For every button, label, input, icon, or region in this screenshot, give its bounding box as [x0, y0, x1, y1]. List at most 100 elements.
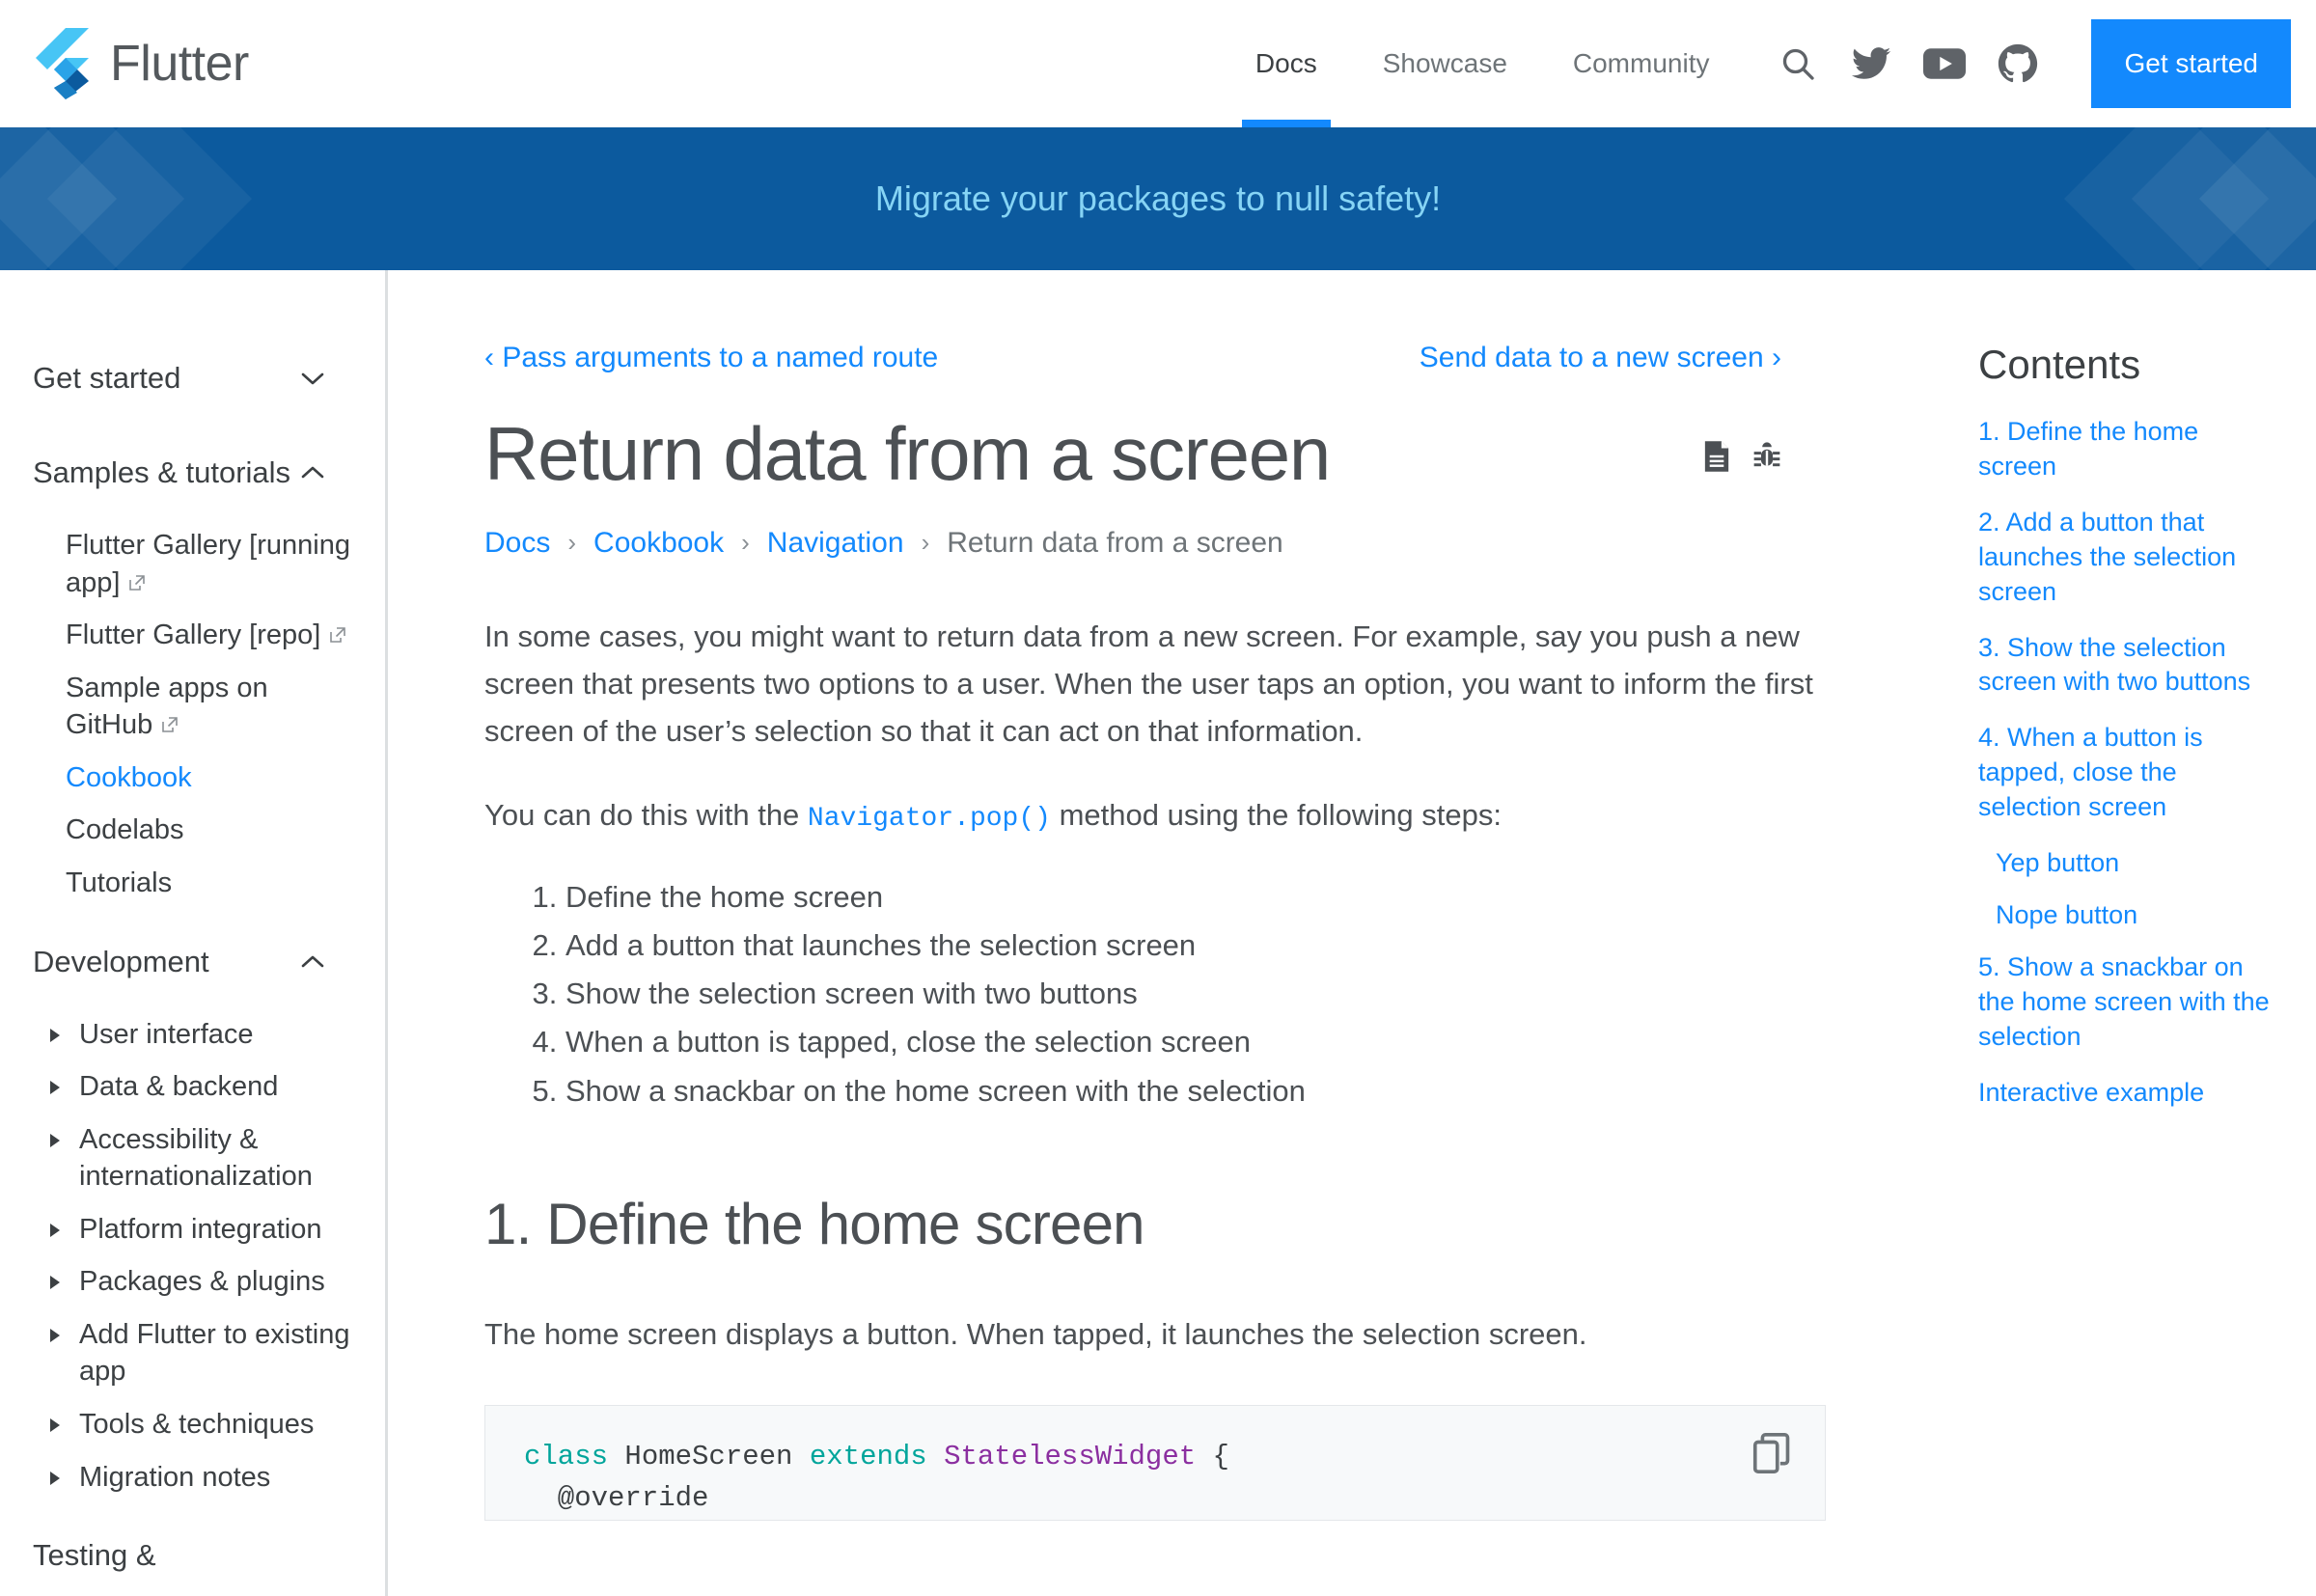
- code-block: class HomeScreen extends StatelessWidget…: [484, 1404, 1826, 1521]
- triangle-right-icon: [50, 1133, 60, 1147]
- page-source-icon[interactable]: [1702, 440, 1731, 473]
- triangle-right-icon: [50, 1081, 60, 1095]
- sidebar-item-accessibility-internationalization[interactable]: Accessibility & internationalization: [33, 1114, 352, 1203]
- site-header: Flutter Docs Showcase Community Get star…: [0, 0, 2316, 127]
- sidebar-development-list: User interface Data & backend Accessibil…: [33, 1008, 352, 1504]
- toc-item-2[interactable]: 2. Add a button that launches the select…: [1978, 506, 2277, 610]
- search-icon[interactable]: [1761, 0, 1834, 127]
- section-heading-define-home-screen: 1. Define the home screen: [484, 1191, 1145, 1256]
- sidebar-item-label: Packages & plugins: [79, 1266, 325, 1298]
- sidebar-item-codelabs[interactable]: Codelabs: [33, 804, 352, 857]
- breadcrumb-item-navigation[interactable]: Navigation: [767, 527, 904, 560]
- nav-item-docs[interactable]: Docs: [1223, 0, 1350, 127]
- breadcrumb-item-current: Return data from a screen: [947, 526, 1283, 559]
- external-link-icon: [162, 717, 179, 733]
- sidebar-section-testing[interactable]: Testing &: [33, 1525, 352, 1586]
- sidebar-section-development[interactable]: Development: [33, 931, 352, 993]
- toc-item-interactive-example[interactable]: Interactive example: [1978, 1076, 2277, 1111]
- external-link-icon: [330, 627, 346, 643]
- sidebar-section-label: Samples & tutorials: [33, 455, 291, 489]
- toc-item-1[interactable]: 1. Define the home screen: [1978, 415, 2277, 484]
- breadcrumb-item-docs[interactable]: Docs: [484, 527, 550, 560]
- sidebar-item-user-interface[interactable]: User interface: [33, 1008, 352, 1061]
- breadcrumb-separator: ›: [567, 528, 577, 558]
- header-right-cluster: Docs Showcase Community Get started: [1223, 0, 2316, 127]
- sidebar-section-label: Development: [33, 944, 209, 978]
- sidebar-samples-list: Flutter Gallery [running app] Flutter Ga…: [33, 519, 352, 910]
- toc-item-5[interactable]: 5. Show a snackbar on the home screen wi…: [1978, 950, 2277, 1055]
- sidebar-item-cookbook[interactable]: Cookbook: [33, 752, 352, 805]
- sidebar-item-label: Tools & techniques: [79, 1409, 315, 1440]
- sidebar-item-label: Flutter Gallery [repo]: [66, 619, 321, 651]
- github-icon[interactable]: [1981, 0, 2054, 127]
- sidebar-item-flutter-gallery-repo[interactable]: Flutter Gallery [repo]: [33, 609, 352, 662]
- triangle-right-icon: [50, 1223, 60, 1237]
- title-row: Return data from a screen: [484, 411, 1835, 498]
- null-safety-banner[interactable]: Migrate your packages to null safety!: [0, 127, 2316, 270]
- copy-icon[interactable]: [1750, 1431, 1794, 1475]
- code-content: class HomeScreen extends StatelessWidget…: [524, 1437, 1786, 1520]
- code-token-classname: HomeScreen: [608, 1440, 810, 1472]
- sidebar-section-samples-tutorials[interactable]: Samples & tutorials: [33, 442, 352, 504]
- flutter-logo-link[interactable]: Flutter: [29, 28, 249, 99]
- twitter-icon[interactable]: [1834, 0, 1908, 127]
- code-token-extends: extends: [809, 1440, 927, 1472]
- sidebar-item-add-flutter-to-existing-app[interactable]: Add Flutter to existing app: [33, 1308, 352, 1398]
- steps-lead-after: method using the following steps:: [1050, 797, 1502, 832]
- intro-paragraph: In some cases, you might want to return …: [484, 619, 1813, 748]
- sidebar-section-get-started[interactable]: Get started: [33, 347, 352, 409]
- left-sidebar: Get started Samples & tutorials Flutter …: [0, 270, 388, 1596]
- nav-item-showcase[interactable]: Showcase: [1350, 0, 1540, 127]
- sidebar-item-packages-plugins[interactable]: Packages & plugins: [33, 1255, 352, 1308]
- triangle-right-icon: [50, 1418, 60, 1432]
- youtube-icon[interactable]: [1908, 0, 1981, 127]
- triangle-right-icon: [50, 1276, 60, 1290]
- toc-item-nope-button[interactable]: Nope button: [1978, 898, 2277, 933]
- sidebar-item-tutorials[interactable]: Tutorials: [33, 857, 352, 910]
- sidebar-section-label: Get started: [33, 361, 181, 395]
- steps-lead-before: You can do this with the: [484, 797, 808, 832]
- sidebar-item-migration-notes[interactable]: Migration notes: [33, 1451, 352, 1504]
- page-navigation: ‹ Pass arguments to a named route Send d…: [484, 342, 1835, 374]
- external-link-icon: [129, 574, 146, 591]
- breadcrumb-item-cookbook[interactable]: Cookbook: [593, 527, 724, 560]
- section-paragraph: The home screen displays a button. When …: [484, 1316, 1587, 1351]
- triangle-right-icon: [50, 1328, 60, 1342]
- triangle-right-icon: [50, 1028, 60, 1042]
- code-token-class: class: [524, 1440, 609, 1472]
- page-body: Get started Samples & tutorials Flutter …: [0, 270, 2316, 1596]
- next-page-link[interactable]: Send data to a new screen ›: [1420, 342, 1781, 374]
- list-item: Add a button that launches the selection…: [565, 922, 1835, 970]
- sidebar-item-label: Add Flutter to existing app: [79, 1318, 350, 1388]
- get-started-button[interactable]: Get started: [2091, 19, 2291, 108]
- banner-text: Migrate your packages to null safety!: [874, 179, 1442, 218]
- sidebar-item-sample-apps-on-github[interactable]: Sample apps on GitHub: [33, 662, 352, 752]
- code-token-statelesswidget: StatelessWidget: [926, 1440, 1197, 1472]
- code-token-brace: {: [1196, 1440, 1229, 1472]
- flutter-logo-icon: [36, 28, 89, 99]
- primary-nav: Docs Showcase Community: [1223, 0, 1743, 127]
- sidebar-item-flutter-gallery-running-app[interactable]: Flutter Gallery [running app]: [33, 519, 352, 609]
- toc-item-4[interactable]: 4. When a button is tapped, close the se…: [1978, 721, 2277, 825]
- toc-item-yep-button[interactable]: Yep button: [1978, 846, 2277, 881]
- sidebar-item-label: Flutter Gallery [running app]: [66, 530, 350, 598]
- steps-lead-paragraph: You can do this with the Navigator.pop()…: [484, 792, 1826, 840]
- prev-page-link[interactable]: ‹ Pass arguments to a named route: [484, 342, 938, 374]
- sidebar-item-label: Platform integration: [79, 1213, 322, 1245]
- sidebar-item-tools-techniques[interactable]: Tools & techniques: [33, 1398, 352, 1451]
- sidebar-item-label: Data & backend: [79, 1071, 279, 1103]
- breadcrumb: Docs › Cookbook › Navigation › Return da…: [484, 527, 1835, 560]
- breadcrumb-separator: ›: [921, 528, 930, 558]
- chevron-up-icon: [301, 955, 324, 967]
- triangle-right-icon: [50, 1471, 60, 1485]
- header-icon-group: [1742, 0, 2054, 127]
- sidebar-item-data-backend[interactable]: Data & backend: [33, 1060, 352, 1114]
- sidebar-item-platform-integration[interactable]: Platform integration: [33, 1203, 352, 1256]
- toc-item-3[interactable]: 3. Show the selection screen with two bu…: [1978, 631, 2277, 701]
- logo-wordmark: Flutter: [110, 36, 249, 92]
- bug-report-icon[interactable]: [1752, 440, 1781, 473]
- chevron-down-icon: [301, 372, 324, 385]
- list-item: When a button is tapped, close the selec…: [565, 1018, 1835, 1066]
- nav-item-community[interactable]: Community: [1540, 0, 1743, 127]
- page-title: Return data from a screen: [484, 411, 1331, 496]
